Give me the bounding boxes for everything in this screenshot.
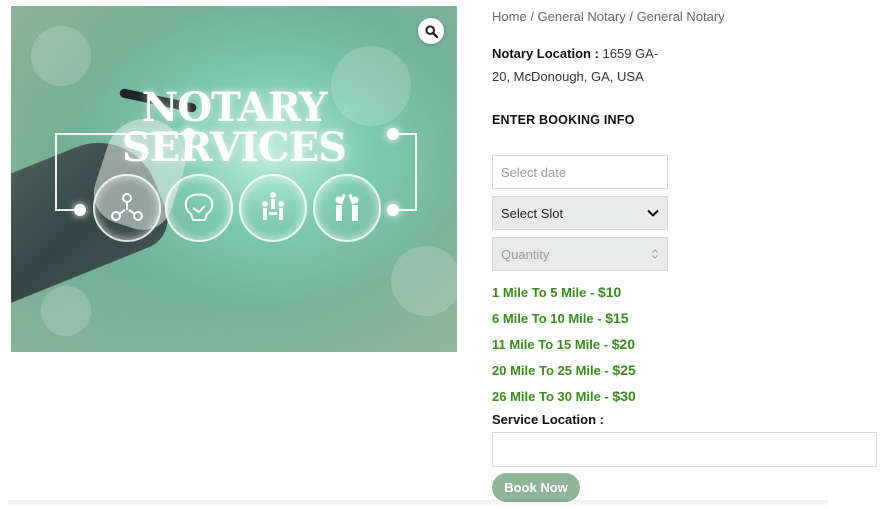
price-range: 26 Mile To 30 Mile - (492, 389, 613, 404)
price-amount: $10 (597, 284, 622, 300)
bokeh-light (31, 26, 91, 86)
price-amount: $15 (605, 310, 629, 326)
team-climb-icon (239, 174, 307, 242)
footer-shadow (8, 500, 828, 508)
notary-location: Notary Location : 1659 GA-20, McDonough,… (492, 42, 672, 88)
frame-line (55, 133, 57, 211)
slot-select[interactable]: Select Slot (492, 196, 668, 230)
location-label: Notary Location : (492, 46, 599, 61)
frame-line (55, 133, 187, 135)
frame-line (415, 133, 417, 211)
slot-value: Select Slot (501, 205, 564, 221)
service-location-input[interactable] (492, 432, 877, 467)
price-amount: $20 (611, 336, 636, 352)
price-tier: 6 Mile To 10 Mile - $15 (492, 310, 629, 326)
quantity-placeholder: Quantity (501, 246, 550, 262)
frame-node (387, 204, 399, 216)
frame-line (397, 133, 417, 135)
image-title-line1: NOTARY (141, 84, 328, 131)
spinner-arrows-icon[interactable] (651, 248, 659, 260)
frame-line (397, 209, 417, 211)
price-amount: $25 (612, 362, 636, 378)
price-tier: 1 Mile To 5 Mile - $10 (492, 284, 621, 300)
frame-node (74, 204, 86, 216)
price-range: 6 Mile To 10 Mile - (492, 311, 606, 326)
booking-heading: ENTER BOOKING INFO (492, 113, 635, 127)
product-image[interactable]: NOTARY SERVICES (11, 6, 457, 352)
price-tier: 11 Mile To 15 Mile - $20 (492, 336, 635, 352)
bokeh-light (391, 246, 457, 316)
quantity-input[interactable]: Quantity (492, 237, 668, 271)
magnifier-icon (424, 24, 438, 38)
price-range: 20 Mile To 25 Mile - (492, 363, 613, 378)
price-tier: 26 Mile To 30 Mile - $30 (492, 388, 636, 404)
high-five-icon (313, 174, 381, 242)
date-placeholder: Select date (501, 164, 567, 180)
price-tier: 20 Mile To 25 Mile - $25 (492, 362, 636, 378)
book-now-button[interactable]: Book Now (492, 473, 580, 502)
zoom-button[interactable] (418, 18, 444, 44)
breadcrumb-category[interactable]: General Notary (538, 9, 626, 24)
service-location-label: Service Location : (492, 412, 604, 427)
price-amount: $30 (612, 388, 636, 404)
breadcrumb-current: General Notary (636, 9, 725, 24)
price-range: 1 Mile To 5 Mile - (492, 285, 598, 300)
breadcrumb-home[interactable]: Home (492, 9, 527, 24)
breadcrumb-separator: / (629, 9, 637, 24)
handshake-bulb-icon (165, 174, 233, 242)
date-input[interactable]: Select date (492, 155, 668, 189)
network-people-icon (93, 174, 161, 242)
bokeh-light (41, 286, 91, 336)
breadcrumb: Home / General Notary / General Notary (492, 9, 725, 24)
price-range: 11 Mile To 15 Mile - (492, 337, 612, 352)
chevron-down-icon (647, 209, 659, 217)
breadcrumb-separator: / (530, 9, 538, 24)
frame-node (387, 128, 399, 140)
frame-node (183, 128, 195, 140)
